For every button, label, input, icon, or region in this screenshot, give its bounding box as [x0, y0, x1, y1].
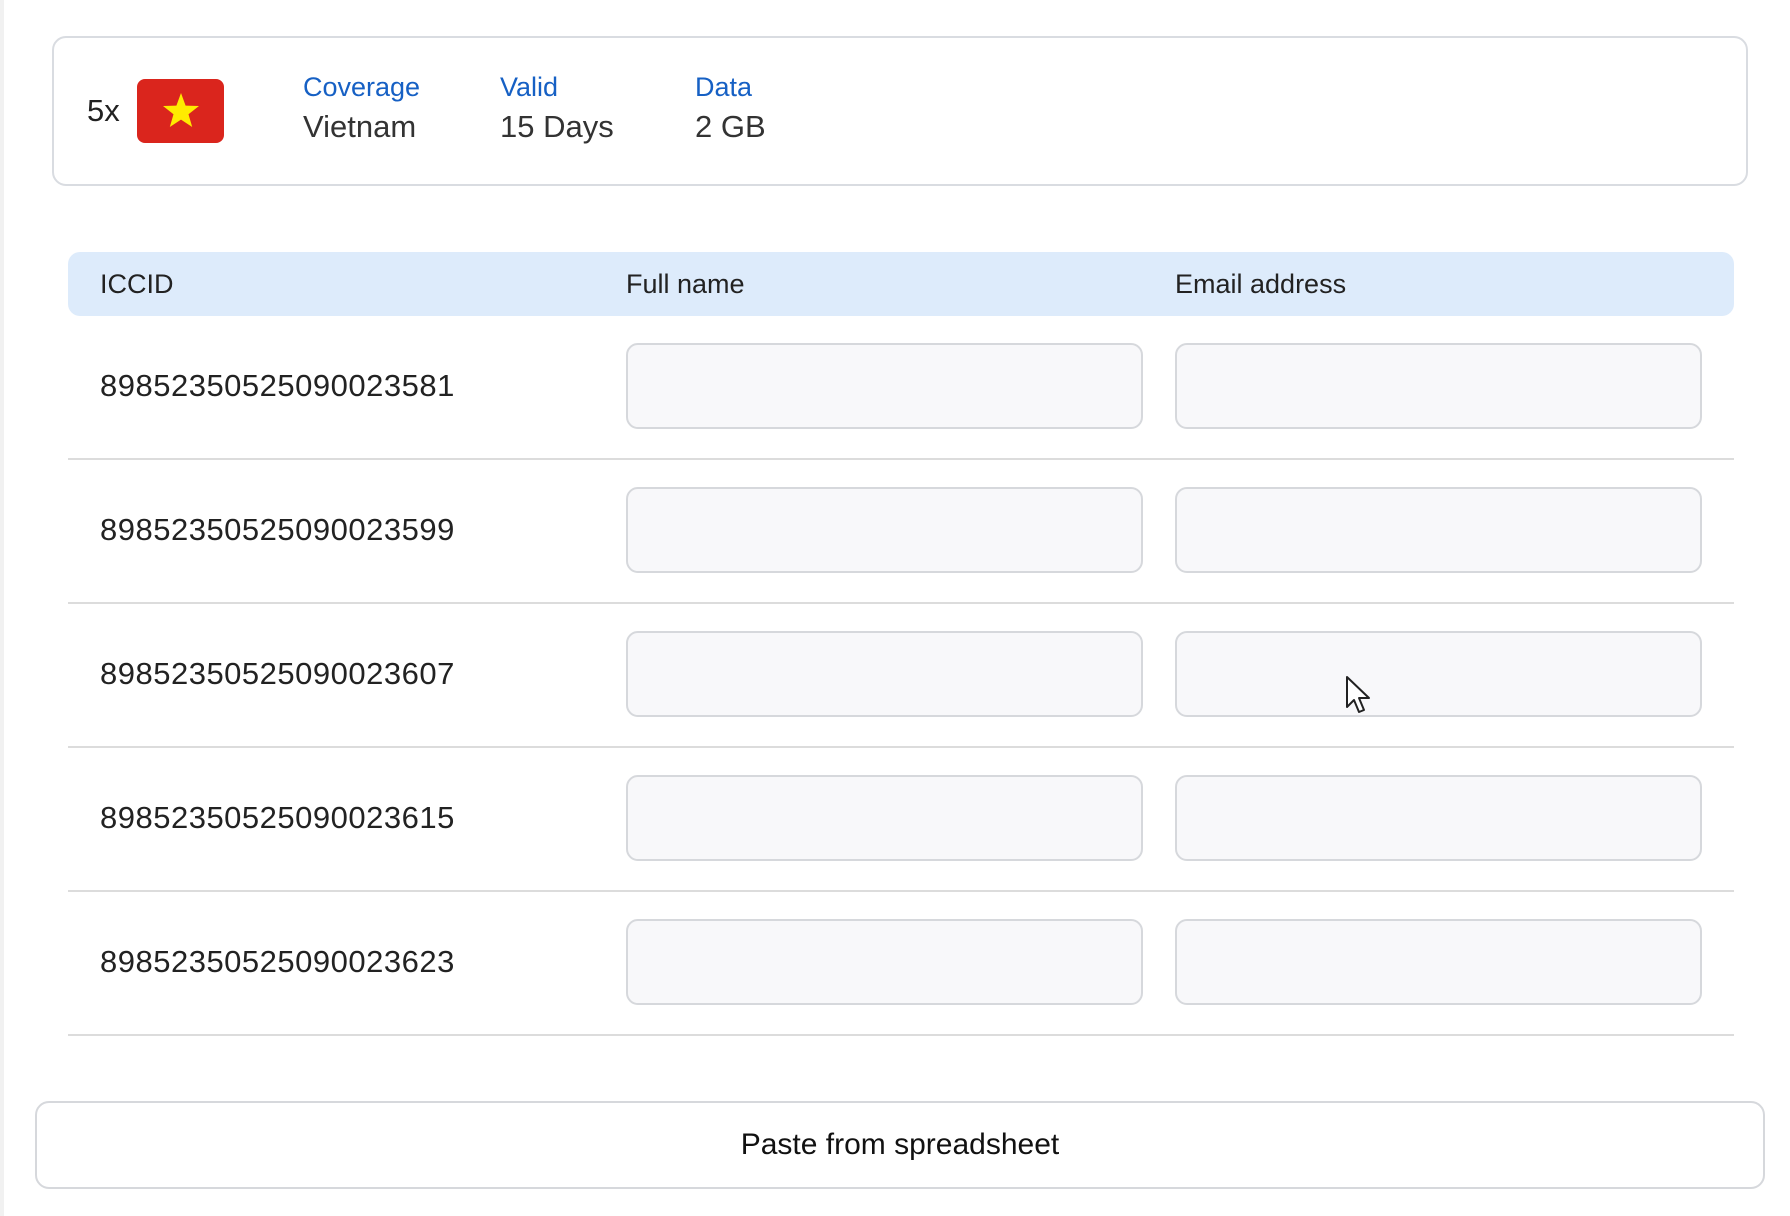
vietnam-flag-icon	[137, 79, 224, 143]
table-row: 89852350525090023615	[68, 748, 1734, 892]
email-input[interactable]	[1175, 487, 1702, 573]
table-row: 89852350525090023599	[68, 460, 1734, 604]
email-input[interactable]	[1175, 631, 1702, 717]
data-info: Data 2 GB	[695, 70, 766, 148]
valid-value: 15 Days	[500, 109, 614, 144]
email-input[interactable]	[1175, 775, 1702, 861]
quantity-label: 5x	[87, 93, 120, 128]
iccid-value: 89852350525090023599	[100, 512, 455, 547]
full-name-input[interactable]	[626, 343, 1143, 429]
valid-label: Valid	[500, 72, 559, 102]
plan-summary-card: 5x Coverage Vietnam Valid 15 Days Data 2…	[52, 36, 1748, 186]
full-name-input[interactable]	[626, 775, 1143, 861]
coverage-label: Coverage	[303, 72, 421, 102]
table-row: 89852350525090023581	[68, 316, 1734, 460]
column-header-full-name: Full name	[626, 269, 745, 299]
table-header: ICCID Full name Email address	[68, 252, 1734, 316]
email-input[interactable]	[1175, 343, 1702, 429]
coverage-value: Vietnam	[303, 109, 417, 144]
page-edge	[0, 0, 4, 1216]
table-row: 89852350525090023623	[68, 892, 1734, 1036]
paste-from-spreadsheet-button[interactable]: Paste from spreadsheet	[35, 1101, 1765, 1189]
column-header-email: Email address	[1175, 269, 1347, 299]
email-input[interactable]	[1175, 919, 1702, 1005]
iccid-value: 89852350525090023615	[100, 800, 455, 835]
column-header-iccid: ICCID	[100, 269, 174, 299]
iccid-value: 89852350525090023581	[100, 368, 455, 403]
coverage-info: Coverage Vietnam	[303, 70, 420, 148]
full-name-input[interactable]	[626, 631, 1143, 717]
iccid-value: 89852350525090023607	[100, 656, 455, 691]
iccid-value: 89852350525090023623	[100, 944, 455, 979]
table-row: 89852350525090023607	[68, 604, 1734, 748]
full-name-input[interactable]	[626, 919, 1143, 1005]
validity-info: Valid 15 Days	[500, 70, 614, 148]
data-label: Data	[695, 72, 753, 102]
full-name-input[interactable]	[626, 487, 1143, 573]
data-value: 2 GB	[695, 109, 766, 144]
